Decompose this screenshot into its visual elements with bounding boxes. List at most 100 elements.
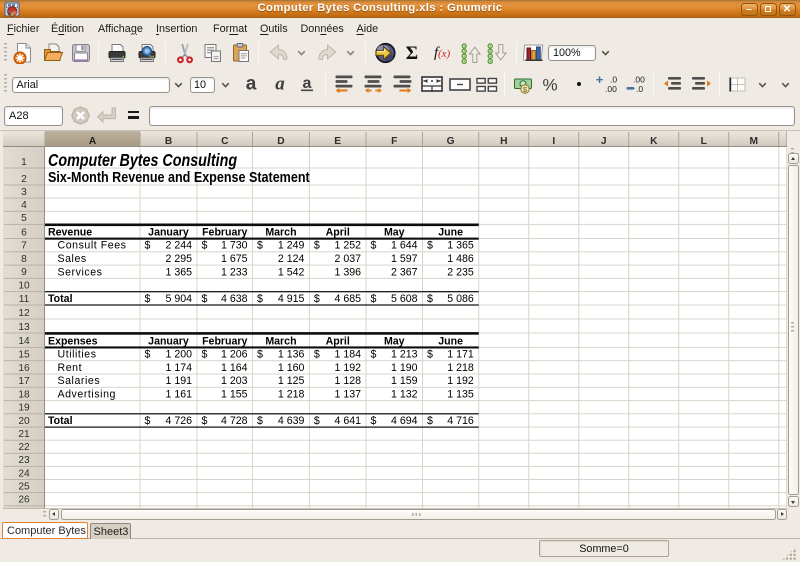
svg-text:$: $ [257, 349, 263, 361]
svg-text:$: $ [427, 415, 433, 427]
svg-text:1 174: 1 174 [165, 362, 192, 374]
svg-text:F: F [391, 136, 397, 147]
svg-text:$: $ [257, 240, 263, 252]
svg-text:$: $ [427, 240, 433, 252]
svg-text:May: May [384, 335, 405, 347]
svg-text:1 218: 1 218 [447, 362, 474, 374]
svg-text:Sales: Sales [58, 253, 87, 265]
svg-text:10: 10 [18, 280, 30, 291]
svg-text:February: February [202, 335, 247, 347]
svg-text:L: L [701, 136, 707, 147]
svg-text:1 486: 1 486 [447, 253, 474, 265]
svg-text:1 233: 1 233 [221, 266, 248, 278]
svg-text:15: 15 [18, 350, 30, 361]
svg-text:24: 24 [18, 468, 30, 479]
svg-text:$: $ [145, 349, 151, 361]
svg-text:Services: Services [58, 266, 103, 278]
svg-text:1 164: 1 164 [221, 362, 248, 374]
svg-text:a: a [303, 75, 312, 92]
svg-text:26: 26 [18, 495, 30, 506]
svg-text:.00: .00 [605, 84, 617, 94]
svg-text:5 608: 5 608 [391, 293, 418, 305]
svg-text:2 244: 2 244 [165, 240, 192, 252]
svg-text:11: 11 [19, 294, 30, 305]
svg-text:1 192: 1 192 [334, 362, 361, 374]
svg-text:4 726: 4 726 [165, 415, 192, 427]
svg-text:25: 25 [18, 481, 30, 492]
svg-text:5 904: 5 904 [165, 293, 192, 305]
svg-text:$: $ [257, 415, 263, 427]
svg-text:1 203: 1 203 [221, 375, 248, 387]
svg-text:1 200: 1 200 [165, 349, 192, 361]
svg-text:Six-Month Revenue and Expense: Six-Month Revenue and Expense Statement [48, 169, 310, 185]
svg-text:2 124: 2 124 [278, 253, 305, 265]
svg-text:4 915: 4 915 [278, 293, 305, 305]
svg-text:.0: .0 [636, 84, 643, 94]
svg-text:Revenue: Revenue [48, 226, 92, 238]
svg-text:23: 23 [18, 455, 30, 466]
svg-text:Rent: Rent [58, 362, 83, 374]
svg-text:$: $ [145, 293, 151, 305]
svg-text:3: 3 [21, 187, 27, 198]
svg-text:$: $ [202, 293, 208, 305]
svg-text:$: $ [145, 240, 151, 252]
svg-text:1 597: 1 597 [391, 253, 418, 265]
svg-text:Salaries: Salaries [58, 375, 101, 387]
svg-text:1 125: 1 125 [278, 375, 305, 387]
svg-text:12: 12 [18, 308, 30, 319]
svg-text:13: 13 [18, 322, 30, 333]
svg-text:Total: Total [48, 293, 73, 305]
svg-text:(x): (x) [438, 48, 451, 60]
svg-text:Computer Bytes Consulting: Computer Bytes Consulting [48, 150, 237, 170]
svg-text:$: $ [202, 240, 208, 252]
svg-text:1: 1 [21, 157, 27, 168]
svg-text:C: C [221, 136, 229, 147]
svg-text:A: A [89, 136, 97, 147]
svg-text:1 137: 1 137 [334, 389, 361, 401]
svg-text:4: 4 [21, 200, 27, 211]
svg-text:June: June [438, 226, 463, 238]
svg-text:1 160: 1 160 [278, 362, 305, 374]
svg-text:2 037: 2 037 [334, 253, 361, 265]
svg-text:April: April [326, 226, 350, 238]
svg-text:G: G [447, 136, 455, 147]
svg-text:4 639: 4 639 [278, 415, 305, 427]
svg-text:1 730: 1 730 [221, 240, 248, 252]
svg-text:1 218: 1 218 [278, 389, 305, 401]
svg-text:16: 16 [18, 363, 30, 374]
svg-text:9: 9 [21, 267, 27, 278]
svg-text:$: $ [314, 240, 320, 252]
svg-text:$: $ [314, 415, 320, 427]
svg-text:$: $ [314, 293, 320, 305]
svg-text:1 191: 1 191 [165, 375, 192, 387]
svg-text:Utilities: Utilities [58, 349, 97, 361]
svg-text:1 365: 1 365 [165, 266, 192, 278]
svg-text:1 128: 1 128 [334, 375, 361, 387]
svg-text:2 235: 2 235 [447, 266, 474, 278]
svg-text:2 367: 2 367 [391, 266, 418, 278]
svg-text:Consult Fees: Consult Fees [58, 240, 127, 252]
svg-text:+: + [596, 74, 604, 87]
svg-text:$: $ [371, 415, 377, 427]
svg-text:1 184: 1 184 [334, 349, 361, 361]
svg-text:2 295: 2 295 [165, 253, 192, 265]
svg-text:6: 6 [21, 227, 27, 238]
svg-text:22: 22 [18, 442, 30, 453]
svg-text:14: 14 [18, 336, 30, 347]
svg-text:1 190: 1 190 [391, 362, 418, 374]
svg-text:E: E [334, 136, 341, 147]
svg-text:%: % [542, 76, 557, 95]
svg-text:H: H [500, 136, 507, 147]
svg-text:1 135: 1 135 [447, 389, 474, 401]
svg-text:May: May [384, 226, 405, 238]
svg-text:4 694: 4 694 [391, 415, 418, 427]
svg-text:2: 2 [21, 174, 27, 185]
svg-text:Total: Total [48, 415, 73, 427]
svg-text:1 542: 1 542 [278, 266, 305, 278]
svg-text:8: 8 [21, 254, 27, 265]
svg-text:M: M [750, 136, 759, 147]
svg-text:March: March [265, 226, 296, 238]
svg-text:$: $ [257, 293, 263, 305]
svg-text:4 728: 4 728 [221, 415, 248, 427]
svg-text:5 086: 5 086 [447, 293, 474, 305]
